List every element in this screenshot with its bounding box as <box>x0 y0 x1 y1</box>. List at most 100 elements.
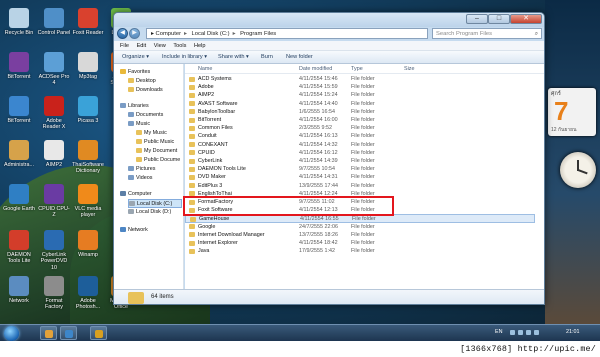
start-button[interactable] <box>4 326 19 341</box>
taskbar-app-button[interactable] <box>40 326 57 340</box>
menu-help[interactable]: Help <box>194 43 206 49</box>
nav-item[interactable]: Network <box>120 226 182 235</box>
column-size-header[interactable]: Size <box>404 64 415 74</box>
desktop-icon[interactable]: Recycle Bin <box>2 8 36 36</box>
desktop-icon[interactable]: CyberLink PowerDVD 10 <box>37 230 71 271</box>
close-button[interactable]: ✕ <box>510 14 542 24</box>
file-row[interactable]: CyberLink 4/11/2554 14:39 File folder <box>185 157 535 165</box>
file-row[interactable]: Google 24/7/2555 22:06 File folder <box>185 223 535 231</box>
nav-item[interactable]: Local Disk (D:) <box>128 208 182 217</box>
nav-item[interactable]: Desktop <box>128 77 182 86</box>
desktop-icon[interactable]: Network <box>2 276 36 304</box>
desktop-icon[interactable]: Google Earth <box>2 184 36 212</box>
file-row[interactable]: CPUID 4/11/2554 16:12 File folder <box>185 149 535 157</box>
desktop-icon[interactable]: Foxit Reader <box>71 8 105 36</box>
breadcrumb-separator-icon[interactable]: ▸ <box>233 31 236 37</box>
address-bar[interactable]: ▸ Computer ▸ Local Disk (C:) ▸ Program Fil… <box>146 28 428 39</box>
nav-item[interactable]: Local Disk (C:) <box>128 199 182 208</box>
clock-widget[interactable] <box>560 152 596 188</box>
file-date: 2/3/2555 9:52 <box>299 125 332 132</box>
nav-item[interactable]: Libraries <box>120 102 182 111</box>
nav-item[interactable]: Videos <box>128 174 182 183</box>
desktop-icon[interactable]: DAEMON Tools Lite <box>2 230 36 265</box>
desktop-icon[interactable]: AIMP2 <box>37 140 71 168</box>
file-row[interactable]: EditPlus 3 13/9/2555 17:44 File folder <box>185 182 535 190</box>
share-with-button[interactable]: Share with ▾ <box>218 51 249 64</box>
nav-item[interactable]: Documents <box>128 111 182 120</box>
file-row[interactable]: AIMP2 4/11/2554 15:24 File folder <box>185 91 535 99</box>
desktop-icon[interactable]: BitTorrent <box>2 96 36 124</box>
desktop-icon[interactable]: Adobe Reader X <box>37 96 71 131</box>
nav-item[interactable]: Public Docume <box>136 156 182 165</box>
desktop-icon[interactable]: Mp3tag <box>71 52 105 80</box>
search-input[interactable]: Search Program Files ⌕ <box>432 28 542 39</box>
desktop-icon[interactable]: CPUID CPU-Z <box>37 184 71 219</box>
nav-item[interactable]: Favorites <box>120 68 182 77</box>
nav-item[interactable]: Music <box>128 120 182 129</box>
nav-item[interactable]: Pictures <box>128 165 182 174</box>
desktop-icon[interactable]: Adobe Photosh... <box>71 276 105 311</box>
file-row[interactable]: Internet Download Manager 13/7/2555 18:26… <box>185 231 535 239</box>
file-row[interactable]: BabylonToolbar 1/6/2555 16:54 File folder <box>185 108 535 116</box>
file-row[interactable]: Adobe 4/11/2554 15:59 File folder <box>185 83 535 91</box>
menu-bar: File Edit View Tools Help <box>114 41 544 51</box>
file-row[interactable]: Conduit 4/11/2554 16:13 File folder <box>185 132 535 140</box>
file-date: 4/11/2554 16:12 <box>299 149 338 156</box>
file-name: AVAST Software <box>198 100 238 107</box>
nav-item[interactable]: Public Music <box>136 138 182 147</box>
menu-view[interactable]: View <box>154 43 166 49</box>
organize-button[interactable]: Organize ▾ <box>122 51 149 64</box>
breadcrumb-local-disk[interactable]: Local Disk (C:) <box>192 31 230 37</box>
desktop-icon[interactable]: Control Panel <box>37 8 71 36</box>
column-type-header[interactable]: Type <box>351 64 363 74</box>
file-row[interactable]: Internet Explorer 4/11/2554 18:42 File fol… <box>185 239 535 247</box>
desktop-icon[interactable]: Format Factory <box>37 276 71 311</box>
desktop-icon[interactable]: VLC media player <box>71 184 105 219</box>
item-count: 64 items <box>151 294 174 300</box>
forward-arrow-icon[interactable]: ▶ <box>129 28 140 39</box>
desktop-icon[interactable]: ACDSee Pro 4 <box>37 52 71 87</box>
desktop-icon[interactable]: Administra... <box>2 140 36 168</box>
nav-item[interactable]: My Music <box>136 129 182 138</box>
nav-item[interactable]: Downloads <box>128 86 182 95</box>
file-row[interactable]: DAEMON Tools Lite 9/7/2555 10:54 File fold… <box>185 165 535 173</box>
title-bar[interactable]: – □ ✕ <box>114 13 544 27</box>
new-folder-button[interactable]: New folder <box>286 51 313 64</box>
file-row[interactable]: BitTorrent 4/11/2554 16:00 File folder <box>185 116 535 124</box>
nav-item[interactable]: Computer <box>120 190 182 199</box>
menu-tools[interactable]: Tools <box>173 43 186 49</box>
back-arrow-icon[interactable]: ◀ <box>117 28 128 39</box>
file-row[interactable]: AVAST Software 4/11/2554 14:40 File folder <box>185 100 535 108</box>
minimize-button[interactable]: – <box>466 14 488 24</box>
navigation-pane: Favorites Desktop Downloads Libraries Docume… <box>114 64 184 289</box>
file-row[interactable]: DVD Maker 4/11/2554 14:31 File folder <box>185 173 535 181</box>
file-row[interactable]: Common Files 2/3/2555 9:52 File folder <box>185 124 535 132</box>
file-date: 24/7/2555 22:06 <box>299 223 338 230</box>
breadcrumb-separator-icon[interactable]: ▸ <box>184 31 187 37</box>
taskbar-app-button[interactable] <box>60 326 77 340</box>
desktop-icon[interactable]: BitTorrent <box>2 52 36 80</box>
desktop-icon[interactable]: Picasa 3 <box>71 96 105 124</box>
desktop-icon[interactable]: Winamp <box>71 230 105 258</box>
file-row[interactable]: CONEXANT 4/11/2554 14:32 File folder <box>185 141 535 149</box>
search-icon[interactable]: ⌕ <box>535 29 538 39</box>
maximize-button[interactable]: □ <box>488 14 510 24</box>
column-headers: Name Date modified Type Size <box>185 64 544 74</box>
nav-item[interactable]: My Document <box>136 147 182 156</box>
breadcrumb-program-files[interactable]: Program Files <box>240 31 276 37</box>
column-name-header[interactable]: Name <box>198 64 212 74</box>
file-row[interactable]: Java 17/9/2555 1:42 File folder <box>185 247 535 255</box>
taskbar-app-button[interactable] <box>90 326 107 340</box>
menu-edit[interactable]: Edit <box>137 43 147 49</box>
column-date-header[interactable]: Date modified <box>299 64 332 74</box>
breadcrumb-computer[interactable]: Computer <box>156 31 181 37</box>
taskbar-clock[interactable]: 21:01 <box>566 329 580 335</box>
system-tray[interactable] <box>510 330 560 336</box>
file-row[interactable]: ACD Systems 4/11/2554 15:46 File folder <box>185 75 535 83</box>
burn-button[interactable]: Burn <box>261 51 273 64</box>
language-indicator[interactable]: EN <box>495 329 503 335</box>
desktop-icon[interactable]: ThaiSoftware Dictionary <box>71 140 105 175</box>
calendar-widget[interactable]: ศุกร์ 7 12 กันยายน <box>548 88 596 136</box>
include-in-library-button[interactable]: Include in library ▾ <box>162 51 207 64</box>
menu-file[interactable]: File <box>120 43 129 49</box>
